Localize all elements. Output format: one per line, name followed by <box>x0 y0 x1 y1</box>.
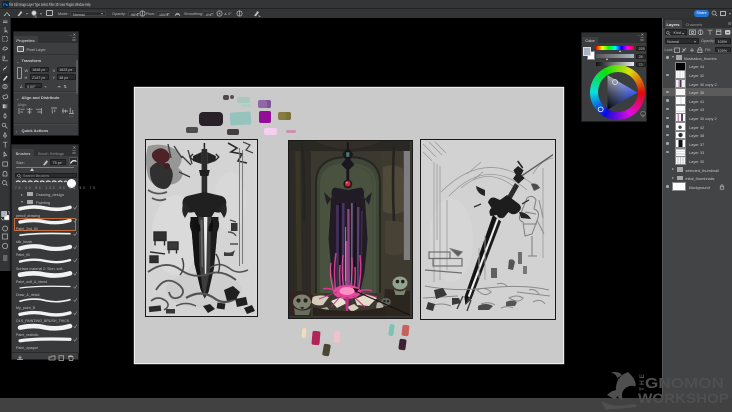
svg-text:File Edit Image Layer Type Sel: File Edit Image Layer Type Select Filter… <box>9 2 91 7</box>
svg-text:WORKSHOP: WORKSHOP <box>638 390 729 406</box>
